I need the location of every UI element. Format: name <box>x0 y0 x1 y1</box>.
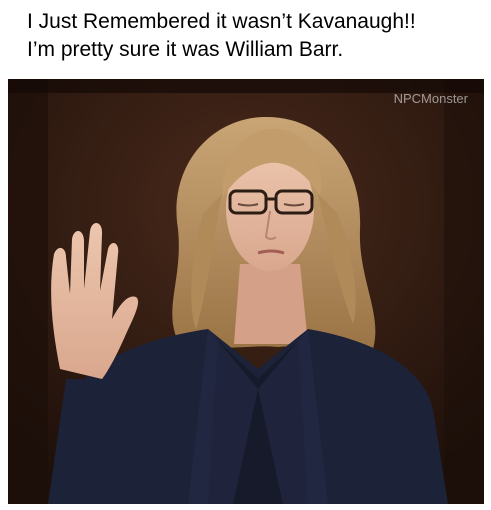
neck <box>234 264 308 344</box>
panel-edge-left <box>8 79 48 504</box>
photo-illustration <box>8 79 484 504</box>
panel-edge-right <box>444 79 484 504</box>
caption-line-2: I’m pretty sure it was William Barr. <box>27 38 344 61</box>
watermark: NPCMonster <box>393 91 468 106</box>
meme-caption: I Just Remembered it wasn’t Kavanaugh!! … <box>27 8 487 64</box>
meme-image: I Just Remembered it wasn’t Kavanaugh!! … <box>0 0 491 510</box>
caption-line-1: I Just Remembered it wasn’t Kavanaugh!! <box>27 10 416 33</box>
photo: NPCMonster <box>8 79 484 504</box>
